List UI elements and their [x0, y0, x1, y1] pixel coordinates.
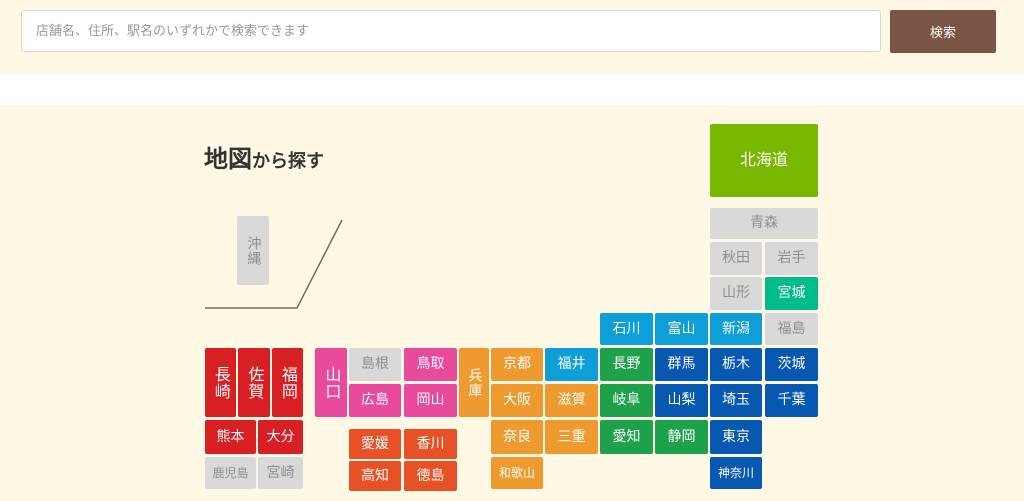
pref-aomori[interactable]: 青森 — [710, 208, 818, 239]
pref-shimane[interactable]: 島根 — [349, 348, 401, 381]
pref-toyama[interactable]: 富山 — [655, 313, 708, 345]
pref-saga[interactable]: 佐賀 — [238, 348, 270, 417]
pref-fukui[interactable]: 福井 — [545, 348, 598, 381]
pref-hyogo[interactable]: 兵庫 — [459, 348, 489, 417]
pref-hiroshima[interactable]: 広島 — [349, 384, 401, 417]
pref-miyagi[interactable]: 宮城 — [765, 277, 818, 310]
pref-akita[interactable]: 秋田 — [710, 242, 762, 275]
pref-mie[interactable]: 三重 — [545, 420, 598, 454]
pref-ehime[interactable]: 愛媛 — [349, 429, 401, 459]
pref-gunma[interactable]: 群馬 — [655, 348, 708, 381]
pref-osaka[interactable]: 大阪 — [491, 384, 543, 417]
pref-chiba[interactable]: 千葉 — [765, 384, 818, 417]
pref-okayama[interactable]: 岡山 — [404, 384, 457, 417]
pref-tochigi[interactable]: 栃木 — [710, 348, 762, 381]
pref-shiga[interactable]: 滋賀 — [545, 384, 598, 417]
pref-ishikawa[interactable]: 石川 — [600, 313, 653, 345]
pref-kagawa[interactable]: 香川 — [404, 429, 457, 459]
pref-aichi[interactable]: 愛知 — [600, 420, 653, 454]
pref-tokyo[interactable]: 東京 — [710, 420, 762, 454]
pref-oita[interactable]: 大分 — [258, 420, 303, 454]
pref-niigata[interactable]: 新潟 — [710, 313, 762, 345]
pref-iwate[interactable]: 岩手 — [765, 242, 818, 275]
pref-shizuoka[interactable]: 静岡 — [655, 420, 708, 454]
pref-hokkaido[interactable]: 北海道 — [710, 124, 818, 197]
pref-miyazaki[interactable]: 宮崎 — [258, 457, 303, 489]
pref-wakayama[interactable]: 和歌山 — [491, 457, 543, 489]
pref-kyoto[interactable]: 京都 — [491, 348, 543, 381]
pref-kagoshima[interactable]: 鹿児島 — [205, 457, 256, 489]
pref-kanagawa[interactable]: 神奈川 — [710, 457, 762, 489]
pref-tottori[interactable]: 鳥取 — [404, 348, 457, 381]
pref-nagasaki[interactable]: 長崎 — [205, 348, 236, 417]
pref-tokushima[interactable]: 徳島 — [404, 461, 457, 491]
pref-yamaguchi[interactable]: 山口 — [315, 348, 347, 417]
pref-gifu[interactable]: 岐阜 — [600, 384, 653, 417]
pref-kumamoto[interactable]: 熊本 — [205, 420, 256, 454]
pref-nara[interactable]: 奈良 — [491, 420, 543, 454]
pref-okinawa[interactable]: 沖縄 — [237, 216, 269, 285]
pref-fukuoka[interactable]: 福岡 — [272, 348, 303, 417]
pref-saitama[interactable]: 埼玉 — [710, 384, 762, 417]
pref-yamagata[interactable]: 山形 — [710, 277, 762, 310]
pref-nagano[interactable]: 長野 — [600, 348, 653, 381]
pref-kochi[interactable]: 高知 — [349, 461, 401, 491]
pref-fukushima[interactable]: 福島 — [765, 313, 818, 345]
pref-ibaraki[interactable]: 茨城 — [765, 348, 818, 381]
pref-yamanashi[interactable]: 山梨 — [655, 384, 708, 417]
